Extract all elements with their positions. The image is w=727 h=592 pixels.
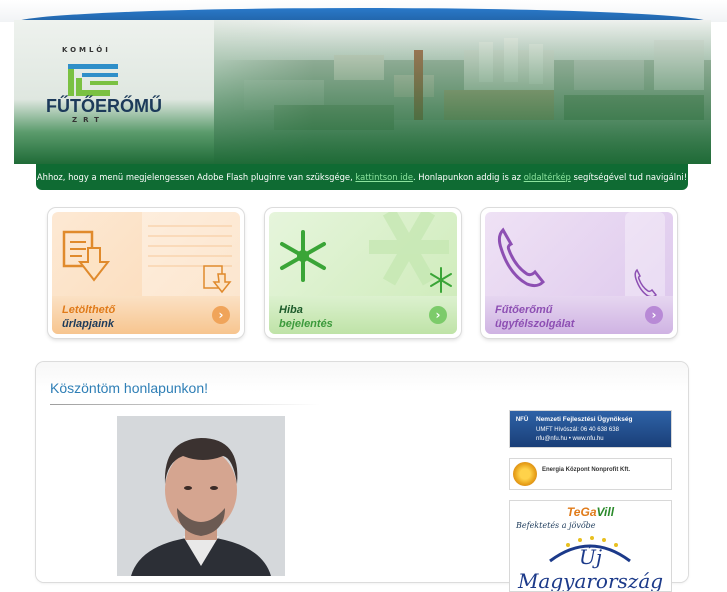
card-fault-report[interactable]: Hiba bejelentés › — [265, 208, 461, 338]
logo-bottom-text: ZRT — [72, 116, 105, 124]
flash-notice: Ahhoz, hogy a menü megjelengessen Adobe … — [36, 164, 688, 190]
tegavill-banner[interactable]: TeGaVill Befektetés a jövőbe Új Magyaror… — [509, 500, 672, 592]
card-title-line2: bejelentés — [279, 318, 333, 330]
snowflake-icon — [280, 212, 452, 293]
city-photo — [214, 20, 711, 164]
arrow-right-icon[interactable]: › — [212, 306, 230, 324]
card-title-line1: Fűtőerőmű — [495, 304, 553, 316]
top-decoration — [0, 0, 727, 26]
flash-text-after: segítségével tud navigálni! — [570, 172, 688, 182]
sun-logo-icon — [513, 462, 537, 486]
header-banner: KOMLÓI FŰTŐERŐMŰ ZRT — [14, 20, 711, 164]
logo-name: FŰTŐERŐMŰ — [46, 96, 162, 116]
content-panel: Köszöntöm honlapunkon! NFÜ Nemzeti Fejle… — [36, 362, 688, 592]
logo-mark-icon — [68, 64, 118, 96]
energia-title: Energia Központ Nonprofit Kft. — [542, 467, 630, 473]
energia-banner[interactable]: Energia Központ Nonprofit Kft. — [509, 458, 672, 490]
arrow-right-icon[interactable]: › — [429, 306, 447, 324]
card-background: Fűtőerőmű ügyfélszolgálat › — [485, 212, 673, 334]
flash-text-before: Ahhoz, hogy a menü megjelengessen Adobe … — [36, 172, 356, 182]
phone-icon — [497, 212, 665, 302]
heading-divider — [50, 404, 320, 405]
card-title-line1: Hiba — [279, 304, 303, 316]
tegavill-brand-b: Vill — [596, 505, 615, 519]
nfu-web: nfu@nfu.hu • www.nfu.hu — [536, 436, 604, 442]
card-background: Letölthető űrlapjaink › — [52, 212, 240, 334]
nfu-phone: UMFT Hívószál: 06 40 638 638 — [536, 427, 619, 433]
page-shell: KOMLÓI FŰTŐERŐMŰ ZRT Ahhoz, hogy a menü … — [14, 20, 711, 592]
nfu-title: Nemzeti Fejlesztési Ügynökség — [536, 416, 633, 423]
flash-text-middle: . Honlapunkon addig is az — [412, 172, 524, 182]
tegavill-headline: Új Magyarország — [517, 545, 664, 592]
card-title-line1: Letölthető — [62, 304, 116, 316]
welcome-heading: Köszöntöm honlapunkon! — [50, 380, 208, 396]
logo-top-text: KOMLÓI — [62, 46, 111, 54]
nfu-logo-icon: NFÜ — [515, 417, 529, 423]
tegavill-brand-a: TeGa — [566, 505, 597, 519]
director-portrait — [117, 416, 285, 576]
nfu-banner[interactable]: NFÜ Nemzeti Fejlesztési Ügynökség UMFT H… — [509, 410, 672, 448]
card-background: Hiba bejelentés › — [269, 212, 457, 334]
card-customer-service[interactable]: Fűtőerőmű ügyfélszolgálat › — [481, 208, 677, 338]
arrow-right-icon[interactable]: › — [645, 306, 663, 324]
click-here-link[interactable]: kattintson ide — [355, 172, 413, 182]
document-download-icon — [62, 212, 240, 296]
site-logo[interactable]: KOMLÓI FŰTŐERŐMŰ ZRT — [44, 46, 162, 142]
sitemap-link[interactable]: oldaltérkép — [524, 172, 571, 182]
portrait-image — [117, 416, 285, 576]
tegavill-logo: TeGaVill — [510, 505, 671, 519]
card-title-line2: ügyfélszolgálat — [495, 318, 575, 330]
card-forms[interactable]: Letölthető űrlapjaink › — [48, 208, 244, 338]
card-title-line2: űrlapjaink — [62, 318, 114, 330]
